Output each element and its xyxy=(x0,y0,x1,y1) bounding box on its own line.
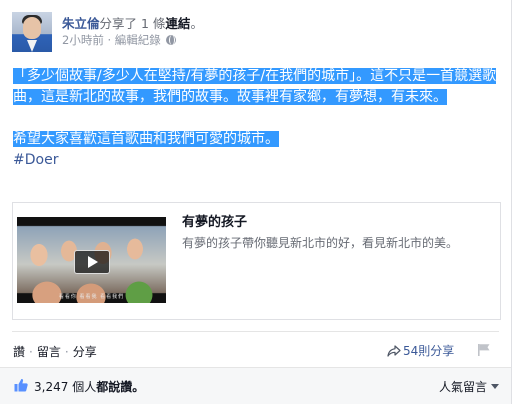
edit-history-link[interactable]: 編輯紀錄 xyxy=(115,33,161,47)
comment-sort-dropdown[interactable]: 人氣留言 xyxy=(439,378,500,395)
hashtag-link[interactable]: #Doer xyxy=(13,150,501,171)
avatar-face xyxy=(23,17,41,39)
preview-description: 有夢的孩子帶你聽見新北市的好，看見新北市的美。 xyxy=(182,236,459,250)
share-button[interactable]: 分享 xyxy=(73,345,97,359)
action-bar: 讚 · 留言 · 分享 xyxy=(13,343,97,360)
likes-count: 3,247 xyxy=(34,380,69,394)
share-verb: 分享了 1 條 xyxy=(99,16,166,31)
post-card: 朱立倫分享了 1 條連結。 2小時前 · 編輯紀錄 「多少個故事/多少人在堅持/… xyxy=(0,0,512,404)
post-header: 朱立倫分享了 1 條連結。 xyxy=(62,13,203,32)
divider xyxy=(12,331,499,332)
video-caption: 看看你 看看我 看看我們 xyxy=(58,294,125,300)
share-count-text: 54則分享 xyxy=(403,344,455,358)
header-period: 。 xyxy=(190,16,203,31)
shared-link-word[interactable]: 連結 xyxy=(165,16,190,31)
thumbs-up-icon xyxy=(14,378,28,392)
share-arrow-icon xyxy=(387,345,401,357)
author-avatar[interactable] xyxy=(12,12,52,52)
likes-row: 3,247 個人都說讚。 人氣留言 xyxy=(0,367,511,404)
post-timestamp[interactable]: 2小時前 xyxy=(62,33,104,47)
likes-summary[interactable]: 3,247 個人都說讚。 xyxy=(34,378,144,395)
likes-suffix: 都說讚。 xyxy=(96,380,145,394)
play-icon[interactable] xyxy=(74,250,110,274)
meta-separator: · xyxy=(107,33,112,47)
likes-unit: 個人 xyxy=(72,380,97,394)
comment-button[interactable]: 留言 xyxy=(37,345,61,359)
post-meta: 2小時前 · 編輯紀錄 xyxy=(62,32,177,48)
post-text: 「多少個故事/多少人在堅持/有夢的孩子/在我們的城市」。這不只是一首競選歌曲，這… xyxy=(13,66,501,171)
action-separator: · xyxy=(64,345,69,359)
post-paragraph-1: 「多少個故事/多少人在堅持/有夢的孩子/在我們的城市」。這不只是一首競選歌曲，這… xyxy=(13,66,501,108)
globe-icon[interactable] xyxy=(166,35,177,45)
sort-label: 人氣留言 xyxy=(439,380,488,394)
post-paragraph-2: 希望大家喜歡這首歌曲和我們可愛的城市。 xyxy=(13,129,501,150)
highlighted-text: 「多少個故事/多少人在堅持/有夢的孩子/在我們的城市」 xyxy=(13,68,357,84)
video-thumbnail[interactable]: 看看你 看看我 看看我們 xyxy=(17,217,166,303)
flag-icon[interactable] xyxy=(477,343,491,356)
link-preview[interactable]: 看看你 看看我 看看我們 有夢的孩子 有夢的孩子帶你聽見新北市的好，看見新北市的… xyxy=(12,202,501,320)
share-count[interactable]: 54則分享 xyxy=(387,342,454,359)
like-button[interactable]: 讚 xyxy=(13,345,25,359)
author-name[interactable]: 朱立倫 xyxy=(62,16,100,31)
preview-title[interactable]: 有夢的孩子 xyxy=(182,211,247,230)
highlighted-text: 希望大家喜歡這首歌曲和我們可愛的城市。 xyxy=(13,131,279,147)
action-separator: · xyxy=(29,345,33,359)
chevron-down-icon xyxy=(491,384,500,389)
avatar-collar xyxy=(27,40,37,52)
